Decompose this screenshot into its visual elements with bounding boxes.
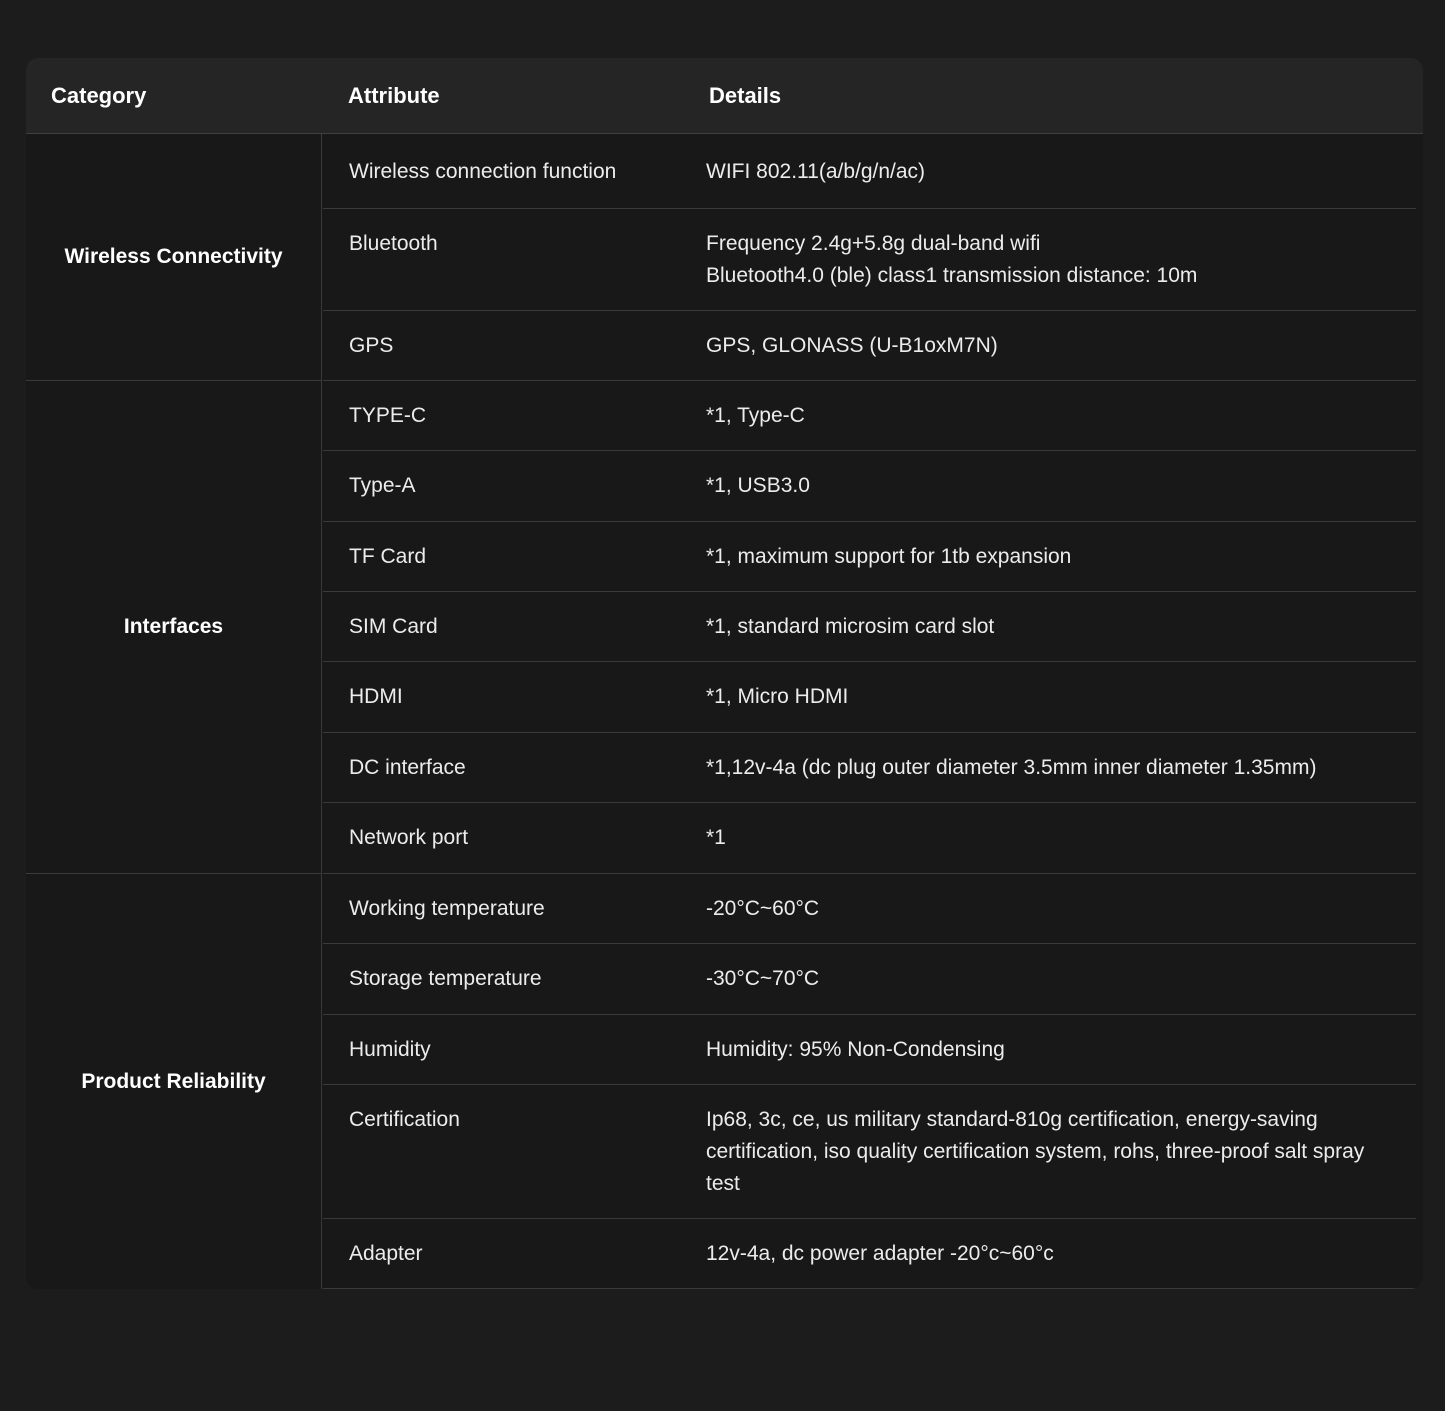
details-cell: *1, Micro HDMI: [706, 681, 1396, 713]
table-row: DC interface *1,12v-4a (dc plug outer di…: [323, 733, 1416, 803]
details-cell: Ip68, 3c, ce, us military standard-810g …: [706, 1104, 1386, 1200]
details-line: *1, Type-C: [706, 404, 805, 427]
header-details: Details: [709, 83, 782, 108]
attribute-cell: TYPE-C: [349, 404, 427, 427]
attribute-cell: Adapter: [349, 1242, 423, 1265]
attribute-cell: SIM Card: [349, 615, 438, 638]
attribute-cell: Network port: [349, 826, 469, 849]
spec-table: Category Attribute Details Wireless Conn…: [26, 58, 1423, 1289]
details-cell: -20°C~60°C: [706, 893, 1396, 925]
table-row: TYPE-C *1, Type-C: [323, 381, 1416, 451]
details-cell: Humidity: 95% Non-Condensing: [706, 1034, 1396, 1066]
details-cell: *1, standard microsim card slot: [706, 611, 1396, 643]
attribute-cell: Type-A: [349, 474, 416, 497]
details-cell: WIFI 802.11(a/b/g/n/ac): [706, 156, 1396, 188]
table-row: GPS GPS, GLONASS (U-B1oxM7N): [323, 311, 1416, 381]
details-cell: *1,12v-4a (dc plug outer diameter 3.5mm …: [706, 752, 1396, 784]
details-cell: *1, Type-C: [706, 400, 1396, 432]
attribute-cell: Certification: [349, 1108, 460, 1131]
details-cell: 12v-4a, dc power adapter -20°c~60°c: [706, 1238, 1396, 1270]
details-cell: *1: [706, 822, 1396, 854]
details-line: *1, USB3.0: [706, 474, 810, 497]
header-attribute: Attribute: [348, 83, 440, 108]
attribute-cell: Storage temperature: [349, 967, 542, 990]
attribute-cell: Humidity: [349, 1038, 431, 1061]
table-row: Adapter 12v-4a, dc power adapter -20°c~6…: [323, 1219, 1416, 1289]
category-cell-interfaces: Interfaces: [26, 381, 322, 874]
header-category: Category: [51, 83, 147, 108]
details-line: WIFI 802.11(a/b/g/n/ac): [706, 160, 926, 183]
table-row: Wireless connection function WIFI 802.11…: [323, 134, 1416, 209]
attribute-cell: HDMI: [349, 685, 403, 708]
table-row: TF Card *1, maximum support for 1tb expa…: [323, 522, 1416, 592]
details-line: GPS, GLONASS (U-B1oxM7N): [706, 334, 998, 357]
table-row: Humidity Humidity: 95% Non-Condensing: [323, 1015, 1416, 1085]
attribute-cell: TF Card: [349, 545, 427, 568]
category-cell-wireless-connectivity: Wireless Connectivity: [26, 134, 322, 381]
table-row: Storage temperature -30°C~70°C: [323, 944, 1416, 1015]
details-cell: GPS, GLONASS (U-B1oxM7N): [706, 330, 1396, 362]
table-row: SIM Card *1, standard microsim card slot: [323, 592, 1416, 662]
details-cell: *1, USB3.0: [706, 470, 1396, 502]
category-cell-product-reliability: Product Reliability: [26, 874, 322, 1289]
details-cell: *1, maximum support for 1tb expansion: [706, 541, 1396, 573]
details-line: Humidity: 95% Non-Condensing: [706, 1038, 1005, 1061]
attribute-cell: Working temperature: [349, 897, 545, 920]
table-row: Type-A *1, USB3.0: [323, 451, 1416, 522]
details-line: *1: [706, 826, 726, 849]
details-line: *1, Micro HDMI: [706, 685, 849, 708]
details-cell: Frequency 2.4g+5.8g dual-band wifi Bluet…: [706, 228, 1396, 292]
details-line: *1, standard microsim card slot: [706, 615, 995, 638]
details-line: *1,12v-4a (dc plug outer diameter 3.5mm …: [706, 756, 1317, 779]
details-line: -20°C~60°C: [706, 897, 820, 920]
table-row: HDMI *1, Micro HDMI: [323, 662, 1416, 733]
table-row: Network port *1: [323, 803, 1416, 874]
details-line: Ip68, 3c, ce, us military standard-810g …: [706, 1108, 1365, 1195]
attribute-cell: Bluetooth: [349, 232, 438, 255]
details-line: Frequency 2.4g+5.8g dual-band wifi: [706, 232, 1041, 255]
details-line: 12v-4a, dc power adapter -20°c~60°c: [706, 1242, 1054, 1265]
details-line: *1, maximum support for 1tb expansion: [706, 545, 1072, 568]
details-line: -30°C~70°C: [706, 967, 820, 990]
attribute-cell: DC interface: [349, 756, 466, 779]
table-row: Certification Ip68, 3c, ce, us military …: [323, 1085, 1416, 1219]
attribute-cell: GPS: [349, 334, 394, 357]
attribute-cell: Wireless connection function: [349, 160, 617, 183]
details-cell: -30°C~70°C: [706, 963, 1396, 995]
table-row: Working temperature -20°C~60°C: [323, 874, 1416, 944]
details-line: Bluetooth4.0 (ble) class1 transmission d…: [706, 264, 1198, 287]
table-row: Bluetooth Frequency 2.4g+5.8g dual-band …: [323, 209, 1416, 311]
table-header: Category Attribute Details: [26, 58, 1423, 134]
